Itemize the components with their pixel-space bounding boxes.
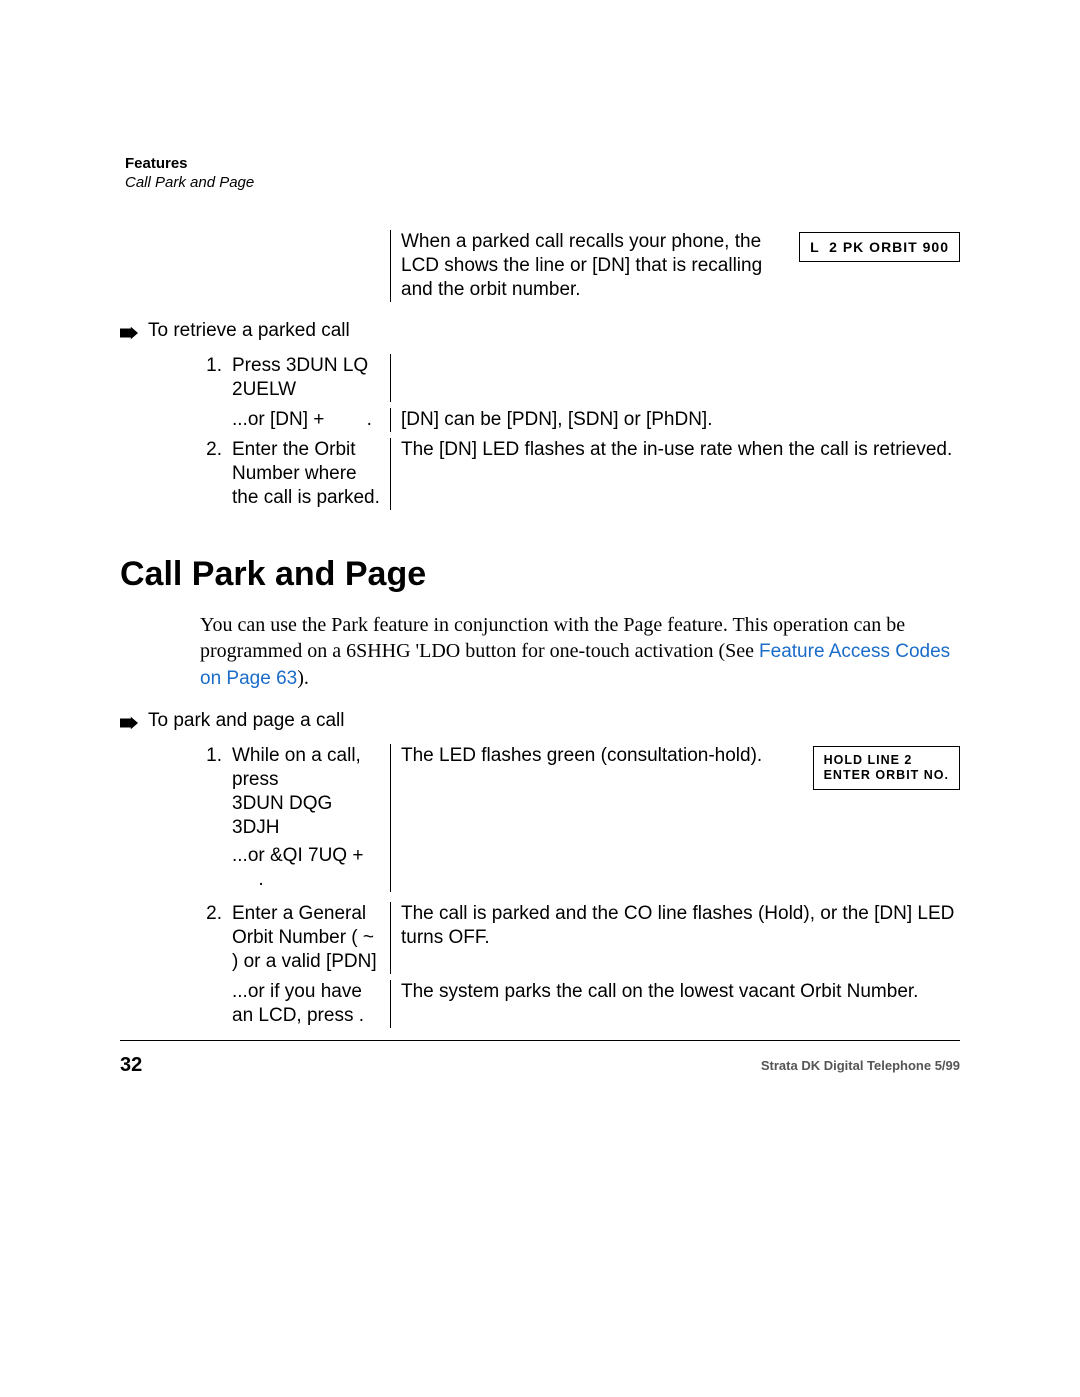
step2-right: The [DN] LED flashes at the in-use rate …: [401, 439, 952, 460]
pp-step1-left-a: While on a call, press: [232, 744, 382, 792]
step1-left: Press 3DUN LQ 2UELW: [232, 354, 382, 402]
step-number: 2.: [200, 902, 222, 974]
lcd-display-recall: L 2 PK ORBIT 900: [799, 232, 960, 262]
pp-step2-left-a: Enter a General Orbit Number ( ~ ) or a …: [232, 902, 382, 974]
step-number: 1.: [200, 354, 222, 402]
step2-left: Enter the Orbit Number where the call is…: [232, 438, 382, 510]
procedure-title-park-page: To park and page a call: [120, 710, 960, 732]
pp-step2-right-a: The call is parked and the CO line flash…: [401, 903, 954, 948]
procedure-title-retrieve: To retrieve a parked call: [120, 320, 960, 342]
step-number: 2.: [200, 438, 222, 510]
arrow-icon: [120, 324, 138, 338]
lcd-hold-text: HOLD LINE 2 ENTER ORBIT NO.: [824, 753, 949, 782]
chapter-label: Features: [125, 155, 254, 172]
page-number: 32: [120, 1054, 142, 1077]
recall-row: L 2 PK ORBIT 900 When a parked call reca…: [200, 230, 960, 302]
arrow-icon: [120, 714, 138, 728]
step1b-right: [DN] can be [PDN], [SDN] or [PhDN].: [401, 409, 712, 430]
pp-step1-left-c: ...or &QI 7UQ +: [232, 845, 363, 866]
intro-paragraph: You can use the Park feature in conjunct…: [200, 612, 960, 692]
retrieve-title: To retrieve a parked call: [148, 320, 350, 342]
park-page-title: To park and page a call: [148, 710, 344, 732]
section-heading: Call Park and Page: [120, 555, 960, 594]
pp-step1-right: The LED flashes green (consultation-hold…: [401, 745, 762, 766]
footer-rule: [120, 1040, 960, 1041]
step1b-left: ...or [DN] + .: [232, 409, 372, 430]
pp-step1-left-b: 3DUN DQG 3DJH: [232, 793, 332, 838]
page: Features Call Park and Page L 2 PK ORBIT…: [0, 0, 1080, 1397]
running-head: Features Call Park and Page: [125, 155, 254, 191]
step-number: 1.: [200, 744, 222, 792]
park-page-steps: 1. While on a call, press 3DUN DQG 3DJH …: [200, 744, 960, 1028]
pp-step1-left-d: .: [232, 869, 264, 890]
footer-right: Strata DK Digital Telephone 5/99: [761, 1058, 960, 1073]
pp-step2-right-b: The system parks the call on the lowest …: [401, 981, 918, 1002]
retrieve-steps: 1. Press 3DUN LQ 2UELW ...or [DN] + . [D…: [200, 354, 960, 510]
intro-part2: ).: [297, 667, 309, 689]
pp-step2-left-b: ...or if you have an LCD, press .: [232, 981, 364, 1026]
lcd-display-hold: HOLD LINE 2 ENTER ORBIT NO.: [813, 746, 960, 790]
section-label: Call Park and Page: [125, 174, 254, 191]
